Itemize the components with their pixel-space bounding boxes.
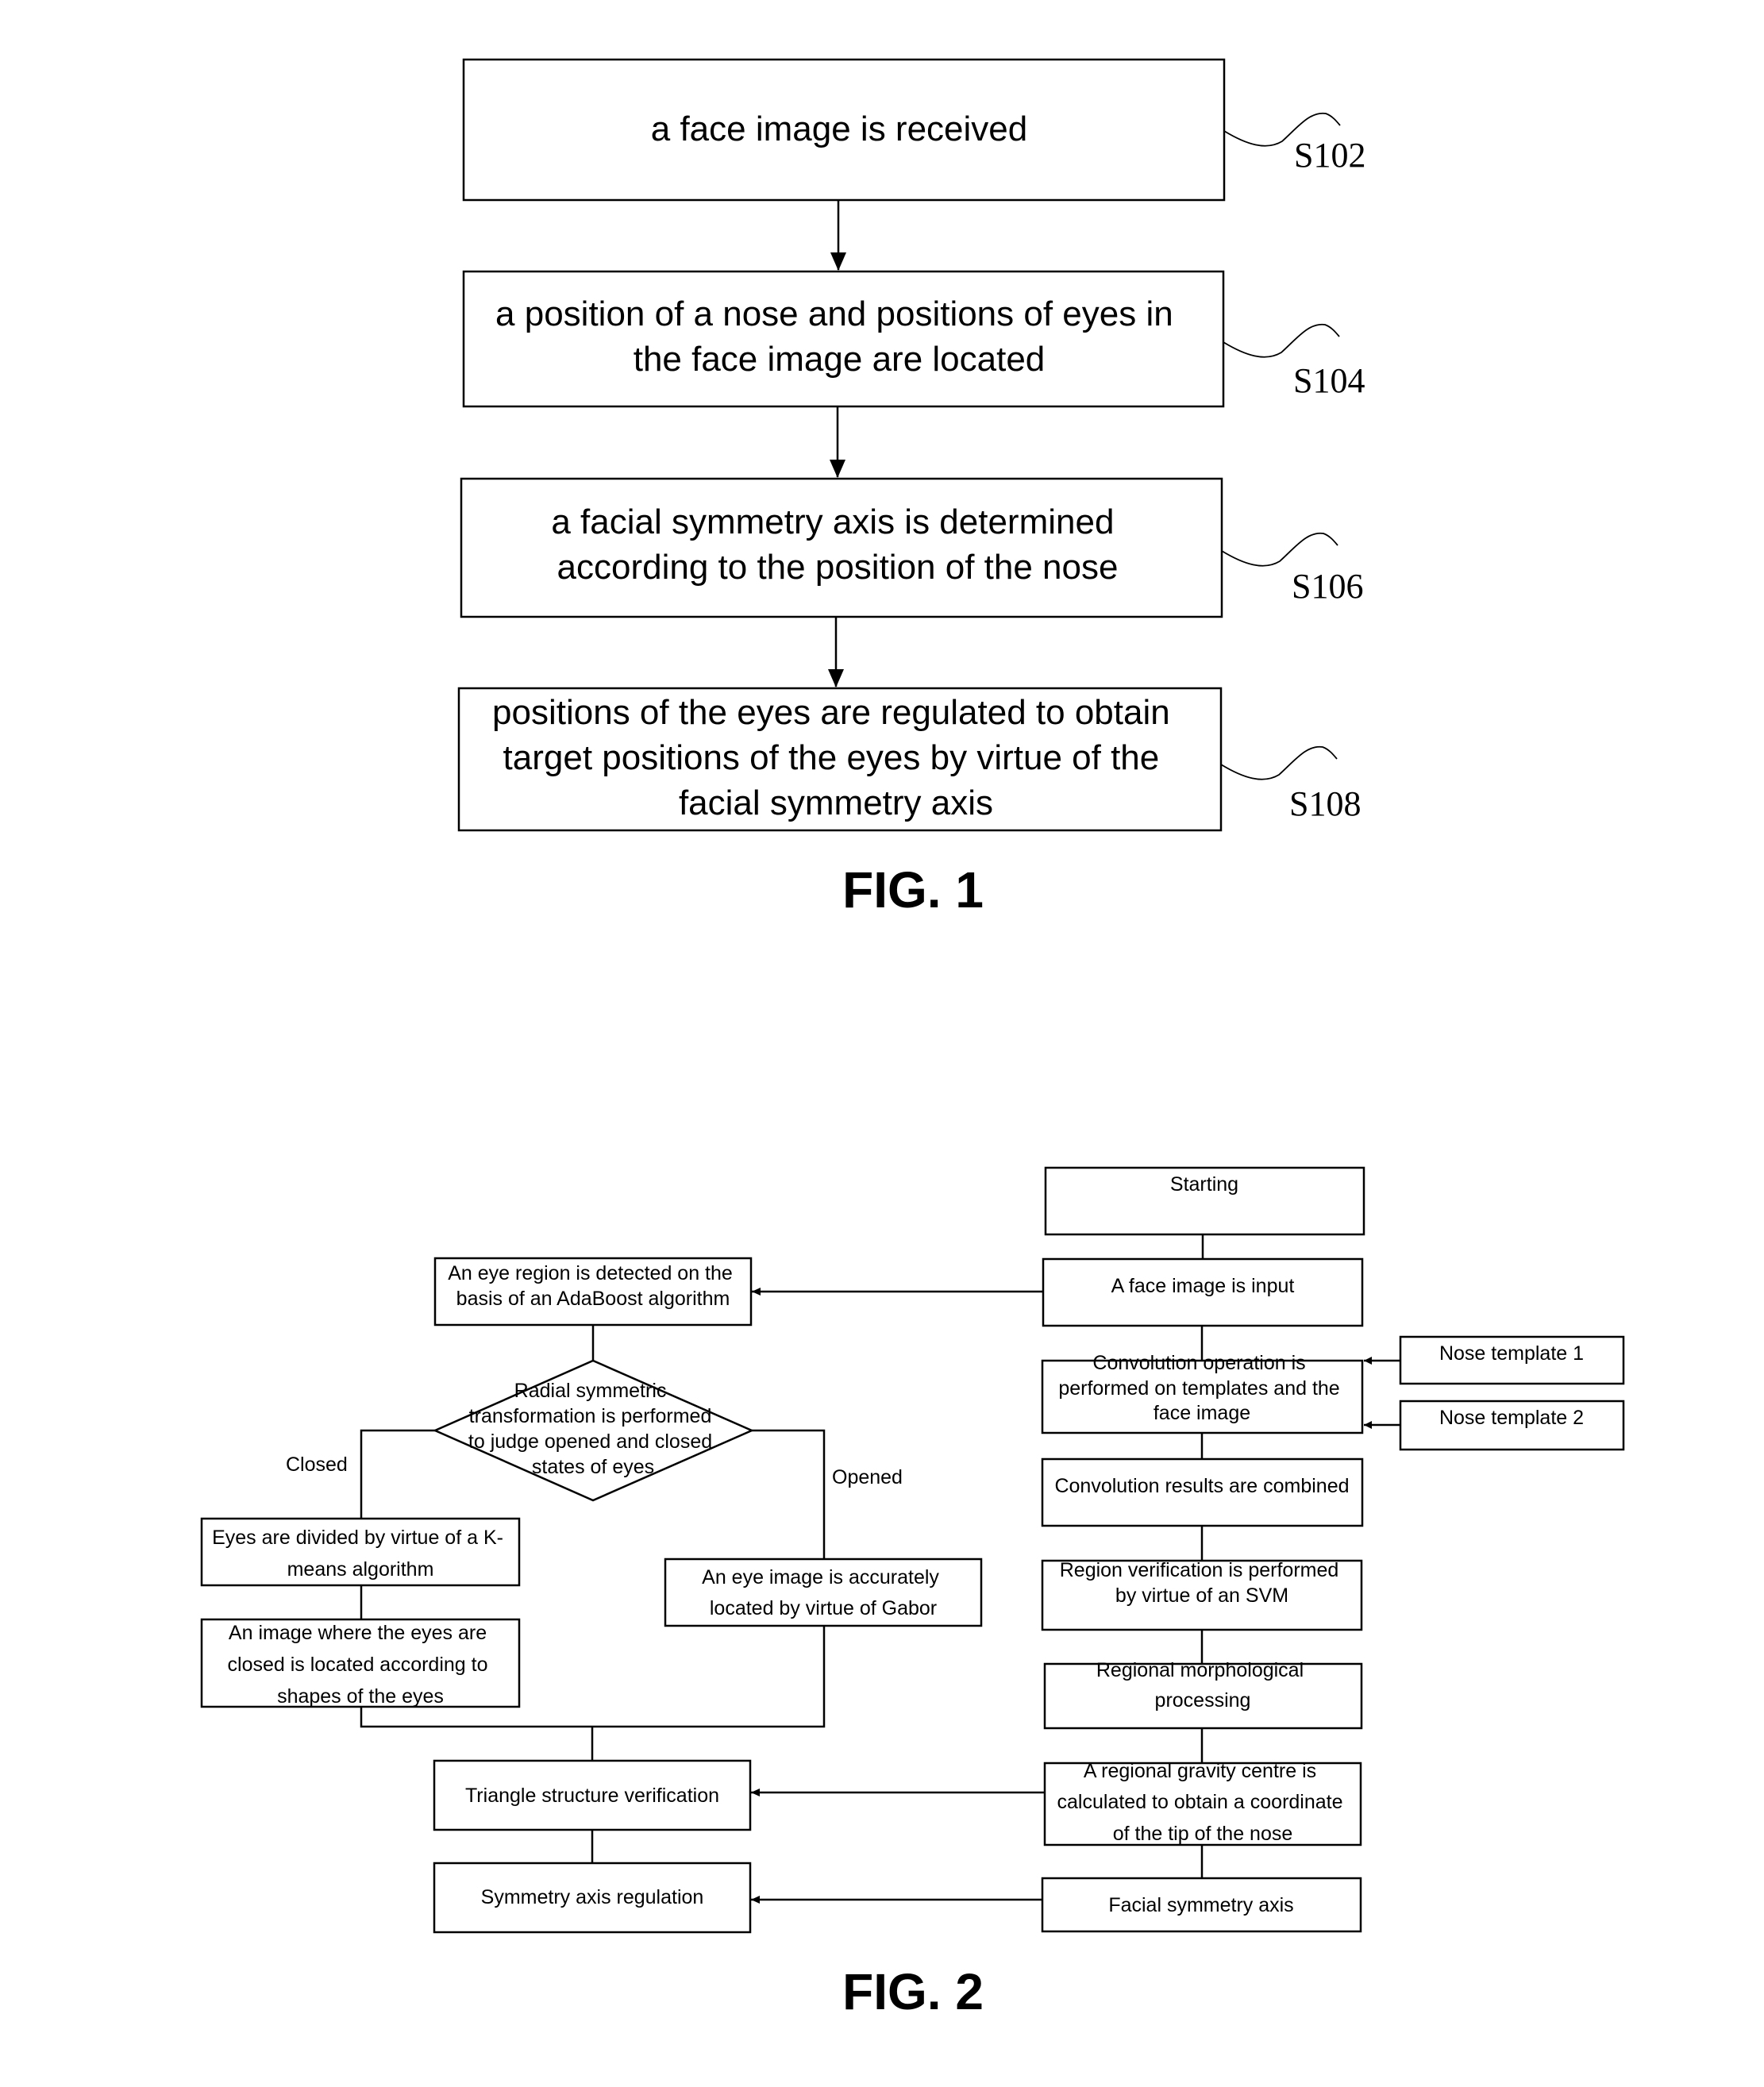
fig1-leader-s104 bbox=[1223, 323, 1340, 358]
fig2-text-triangle: Triangle structure verification bbox=[465, 1785, 719, 1807]
fig2-text-combined: Convolution results are combined bbox=[1054, 1475, 1349, 1497]
fig2-text-starting: Starting bbox=[1170, 1173, 1238, 1196]
fig1-ref-s102: S102 bbox=[1294, 136, 1365, 175]
fig2-text-nose-template-1: Nose template 1 bbox=[1439, 1342, 1584, 1365]
connector-closed-branch bbox=[360, 1429, 435, 1519]
fig1-ref-s108: S108 bbox=[1289, 784, 1361, 823]
fig1-step-box-s104 bbox=[462, 270, 1225, 408]
fig1-step-text-s102: a face image is received bbox=[651, 110, 1027, 148]
fig1: a face image is received a position of a… bbox=[457, 58, 1365, 918]
patent-figures: a face image is received a position of a… bbox=[200, 58, 1625, 2020]
fig1-leader-s108 bbox=[1220, 745, 1338, 780]
fig1-arrowhead-1 bbox=[830, 252, 846, 271]
fig2-label-opened: Opened bbox=[832, 1466, 903, 1488]
fig2-text-nose-template-2: Nose template 2 bbox=[1439, 1407, 1584, 1429]
connector-opened-branch bbox=[752, 1429, 826, 1559]
fig2-label-closed: Closed bbox=[286, 1454, 348, 1476]
fig1-ref-s106: S106 bbox=[1292, 567, 1363, 606]
fig2-caption: FIG. 2 bbox=[842, 1963, 984, 2020]
fig2-text-symmetry-regulation: Symmetry axis regulation bbox=[481, 1886, 704, 1908]
fig1-arrowhead-3 bbox=[828, 669, 844, 687]
fig1-ref-s104: S104 bbox=[1293, 361, 1365, 400]
arrowhead-triangle bbox=[751, 1789, 760, 1796]
fig1-leader-s106 bbox=[1221, 532, 1338, 567]
arrowhead-adaboost bbox=[752, 1288, 761, 1296]
fig2: Starting A face image is input Convoluti… bbox=[200, 1166, 1625, 2020]
arrowhead-nose2 bbox=[1364, 1421, 1372, 1429]
arrowhead-regulation bbox=[751, 1896, 760, 1904]
fig1-caption: FIG. 1 bbox=[842, 861, 984, 918]
fig1-arrowhead-2 bbox=[830, 460, 845, 478]
arrowhead-nose1 bbox=[1364, 1357, 1372, 1365]
fig2-text-facial-axis: Facial symmetry axis bbox=[1108, 1894, 1293, 1916]
fig2-text-face-input: A face image is input bbox=[1111, 1275, 1295, 1297]
